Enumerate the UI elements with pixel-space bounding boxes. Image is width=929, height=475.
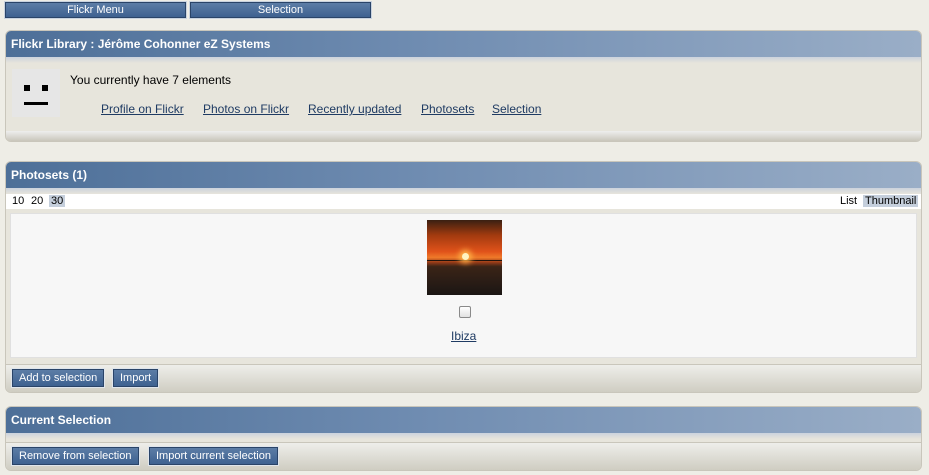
current-selection-title: Current Selection: [6, 407, 921, 439]
page-size-30[interactable]: 30: [49, 195, 66, 207]
link-photosets[interactable]: Photosets: [421, 102, 474, 116]
photosets-panel: Photosets (1) 10 20 30 List Thumbnail Ib…: [5, 161, 922, 393]
pager-bar: 10 20 30 List Thumbnail: [6, 194, 921, 209]
link-photos-on-flickr[interactable]: Photos on Flickr: [203, 102, 289, 116]
flickr-menu-button[interactable]: Flickr Menu: [4, 1, 187, 19]
avatar-eye-icon: [42, 85, 48, 91]
selection-action-bar: Remove from selection Import current sel…: [6, 442, 921, 470]
user-avatar: [12, 69, 60, 117]
link-profile-on-flickr[interactable]: Profile on Flickr: [101, 102, 184, 116]
avatar-eye-icon: [24, 85, 30, 91]
avatar-mouth-icon: [24, 102, 48, 105]
photoset-thumbnail[interactable]: [427, 220, 502, 295]
photoset-title-link[interactable]: Ibiza: [451, 329, 476, 343]
library-panel: Flickr Library : Jérôme Cohonner eZ Syst…: [5, 30, 922, 142]
import-current-selection-button[interactable]: Import current selection: [148, 446, 279, 466]
photoset-checkbox[interactable]: [459, 306, 471, 318]
current-selection-panel: Current Selection Remove from selection …: [5, 406, 922, 471]
photosets-title: Photosets (1): [6, 162, 921, 194]
view-list[interactable]: List: [838, 195, 859, 207]
page-size-10[interactable]: 10: [10, 195, 26, 207]
element-count: You currently have 7 elements: [70, 73, 231, 87]
library-title: Flickr Library : Jérôme Cohonner eZ Syst…: [6, 31, 921, 63]
selection-menu-button[interactable]: Selection: [189, 1, 372, 19]
photoset-grid: Ibiza: [10, 213, 917, 358]
panel-footer: [6, 131, 921, 141]
view-thumbnail[interactable]: Thumbnail: [863, 195, 919, 207]
link-selection[interactable]: Selection: [492, 102, 541, 116]
add-to-selection-button[interactable]: Add to selection: [10, 368, 106, 388]
page-size-20[interactable]: 20: [29, 195, 45, 207]
import-button[interactable]: Import: [111, 368, 160, 388]
sun-icon: [462, 253, 469, 260]
link-recently-updated[interactable]: Recently updated: [308, 102, 401, 116]
photosets-action-bar: Add to selection Import: [6, 364, 921, 392]
remove-from-selection-button[interactable]: Remove from selection: [11, 446, 140, 466]
horizon-line: [427, 260, 502, 261]
